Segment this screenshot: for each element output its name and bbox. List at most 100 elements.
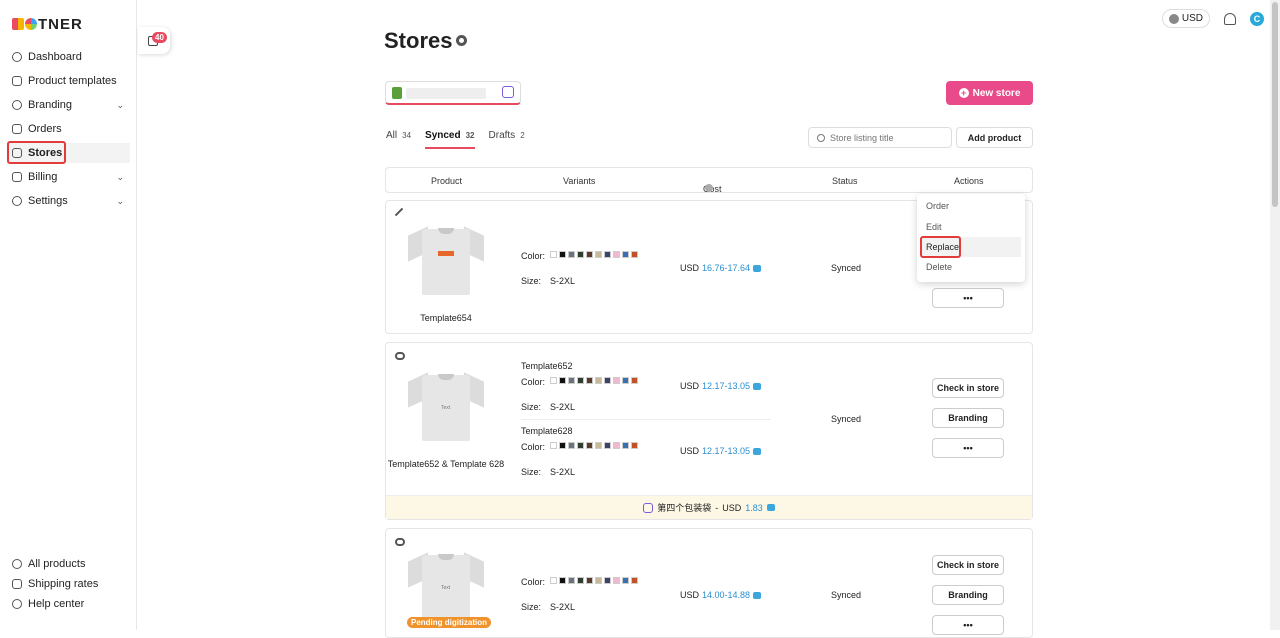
cost-value: USD 12.17-13.05	[680, 446, 762, 456]
tab-drafts[interactable]: Drafts 2	[489, 130, 525, 149]
logo-mark-icon	[25, 18, 37, 30]
add-product-button[interactable]: Add product	[956, 127, 1033, 148]
color-swatch	[631, 577, 638, 584]
scrollbar[interactable]	[1270, 0, 1280, 630]
price-tag-icon[interactable]	[766, 504, 775, 511]
price-tag-icon[interactable]	[753, 382, 762, 390]
color-swatch	[613, 251, 620, 258]
product-image[interactable]	[408, 225, 484, 297]
shirt-icon	[12, 76, 22, 86]
table-row: Text Pending digitization Color: Size: S…	[385, 528, 1033, 638]
packaging-bar: 第四个包装袋 - USD 1.83	[386, 495, 1032, 519]
size-label: Size:	[521, 276, 542, 286]
product-image[interactable]: Text	[408, 551, 484, 623]
more-button[interactable]: •••	[932, 438, 1004, 458]
more-button[interactable]: •••	[932, 615, 1004, 635]
platform-icon	[395, 538, 405, 546]
tab-count: 32	[465, 131, 475, 140]
gear-icon	[12, 196, 22, 206]
sidebar-item-label: All products	[28, 558, 86, 570]
tab-all[interactable]: All 34	[386, 130, 411, 149]
price-tag-icon[interactable]	[753, 447, 762, 455]
size-value: S-2XL	[550, 402, 576, 412]
product-image[interactable]: Text	[408, 371, 484, 443]
branding-button[interactable]: Branding	[932, 408, 1004, 428]
info-icon[interactable]	[705, 184, 713, 192]
highlight-box	[7, 141, 66, 164]
color-swatch	[577, 377, 584, 384]
menu-item-edit[interactable]: Edit	[921, 217, 1021, 237]
check-in-store-button[interactable]: Check in store	[932, 555, 1004, 575]
search-input[interactable]	[830, 132, 940, 143]
new-store-button[interactable]: + New store	[946, 81, 1033, 105]
color-swatch	[550, 442, 557, 449]
sidebar-item-label: Product templates	[28, 75, 117, 87]
sidebar-item-product-templates[interactable]: Product templates	[7, 71, 130, 91]
color-label: Color:	[521, 577, 546, 587]
avatar[interactable]: C	[1250, 11, 1264, 26]
tab-count: 34	[402, 131, 412, 140]
size-label: Size:	[521, 602, 542, 612]
color-swatch	[622, 577, 629, 584]
scrollbar-thumb[interactable]	[1272, 2, 1278, 207]
color-swatch	[559, 442, 566, 449]
sidebar-item-dashboard[interactable]: Dashboard	[7, 47, 130, 67]
gear-icon[interactable]	[456, 35, 467, 46]
store-badge-icon	[502, 86, 514, 98]
color-swatch	[604, 577, 611, 584]
price-tag-icon[interactable]	[753, 264, 762, 272]
color-swatch	[577, 577, 584, 584]
store-selector[interactable]	[385, 81, 521, 105]
color-swatch	[550, 577, 557, 584]
price-tag-icon[interactable]	[753, 591, 762, 599]
menu-item-delete[interactable]: Delete	[921, 257, 1021, 277]
color-swatch	[622, 377, 629, 384]
currency-label: USD	[680, 381, 700, 391]
check-in-store-button[interactable]: Check in store	[932, 378, 1004, 398]
tab-label: Drafts	[488, 130, 516, 141]
sidebar-item-settings[interactable]: Settings ⌄	[7, 191, 130, 211]
color-label: Color:	[521, 251, 546, 261]
store-name-redacted	[406, 88, 486, 99]
table-row: Text Template652 & Template 628 Template…	[385, 342, 1033, 520]
dashboard-icon	[12, 52, 22, 62]
sidebar-item-billing[interactable]: Billing ⌄	[7, 167, 130, 187]
sidebar-item-label: Settings	[28, 195, 68, 207]
column-header-product: Product	[431, 176, 463, 186]
color-swatch	[559, 377, 566, 384]
color-swatch	[595, 577, 602, 584]
color-swatch	[604, 442, 611, 449]
color-swatches	[550, 577, 640, 584]
size-value: S-2XL	[550, 602, 576, 612]
divider	[521, 419, 771, 420]
color-swatch	[550, 251, 557, 258]
more-button[interactable]: •••	[932, 288, 1004, 308]
tabs: All 34 Synced 32 Drafts 2	[386, 130, 525, 149]
menu-item-order[interactable]: Order	[921, 196, 1021, 216]
logo[interactable]: TNER	[12, 16, 83, 33]
cost-range: 16.76-17.64	[702, 263, 751, 273]
color-swatch	[613, 442, 620, 449]
currency-label: USD	[680, 590, 700, 600]
cost-range: 12.17-13.05	[702, 381, 751, 391]
products-icon	[12, 559, 22, 569]
color-swatches	[550, 377, 640, 384]
sidebar-item-orders[interactable]: Orders	[7, 119, 130, 139]
bell-icon[interactable]	[1224, 12, 1236, 25]
currency-selector[interactable]: USD	[1161, 9, 1210, 28]
sidebar-item-shipping-rates[interactable]: Shipping rates	[7, 574, 130, 594]
sidebar-item-label: Dashboard	[28, 51, 82, 63]
tab-synced[interactable]: Synced 32	[425, 130, 475, 149]
table-header: Product Variants Cost Status Actions	[385, 167, 1033, 194]
currency-label: USD	[680, 263, 700, 273]
color-swatch	[550, 377, 557, 384]
status-badge: Synced	[831, 590, 862, 600]
sidebar-item-branding[interactable]: Branding ⌄	[7, 95, 130, 115]
wrench-icon	[394, 207, 404, 217]
sidebar-item-all-products[interactable]: All products	[7, 554, 130, 574]
color-swatch	[586, 442, 593, 449]
product-name: Template654	[420, 313, 472, 323]
tab-count: 2	[520, 131, 525, 140]
sidebar-item-help-center[interactable]: Help center	[7, 594, 130, 614]
branding-button[interactable]: Branding	[932, 585, 1004, 605]
